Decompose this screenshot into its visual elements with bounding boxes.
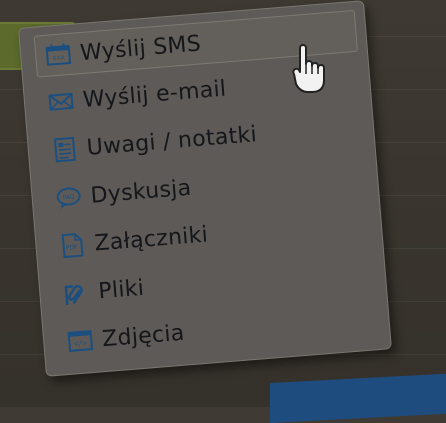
menu-item-label: Zdjęcia [101, 320, 185, 352]
context-menu: XXX Wyślij SMS Wyślij e-mail [18, 0, 392, 377]
menu-item-label: Dyskusja [90, 175, 193, 208]
menu-item-label: Wyślij SMS [79, 31, 202, 66]
svg-text:XXX: XXX [52, 54, 65, 62]
image-icon: </> [65, 327, 95, 355]
svg-text:PDF: PDF [66, 244, 79, 252]
envelope-icon [46, 88, 76, 116]
paperclip-icon [61, 279, 91, 307]
chat-bubble-icon: FAQ [54, 183, 84, 211]
sms-calendar-icon: XXX [43, 41, 73, 69]
menu-item-label: Uwagi / notatki [86, 122, 258, 161]
menu-item-label: Wyślij e-mail [82, 76, 227, 112]
note-icon [50, 136, 80, 164]
menu-item-label: Załączniki [94, 222, 209, 256]
menu-item-label: Pliki [97, 275, 145, 304]
hand-cursor-icon [290, 44, 330, 96]
svg-text:</>: </> [74, 339, 87, 348]
pdf-file-icon: PDF [58, 231, 88, 259]
svg-text:FAQ: FAQ [63, 193, 75, 201]
